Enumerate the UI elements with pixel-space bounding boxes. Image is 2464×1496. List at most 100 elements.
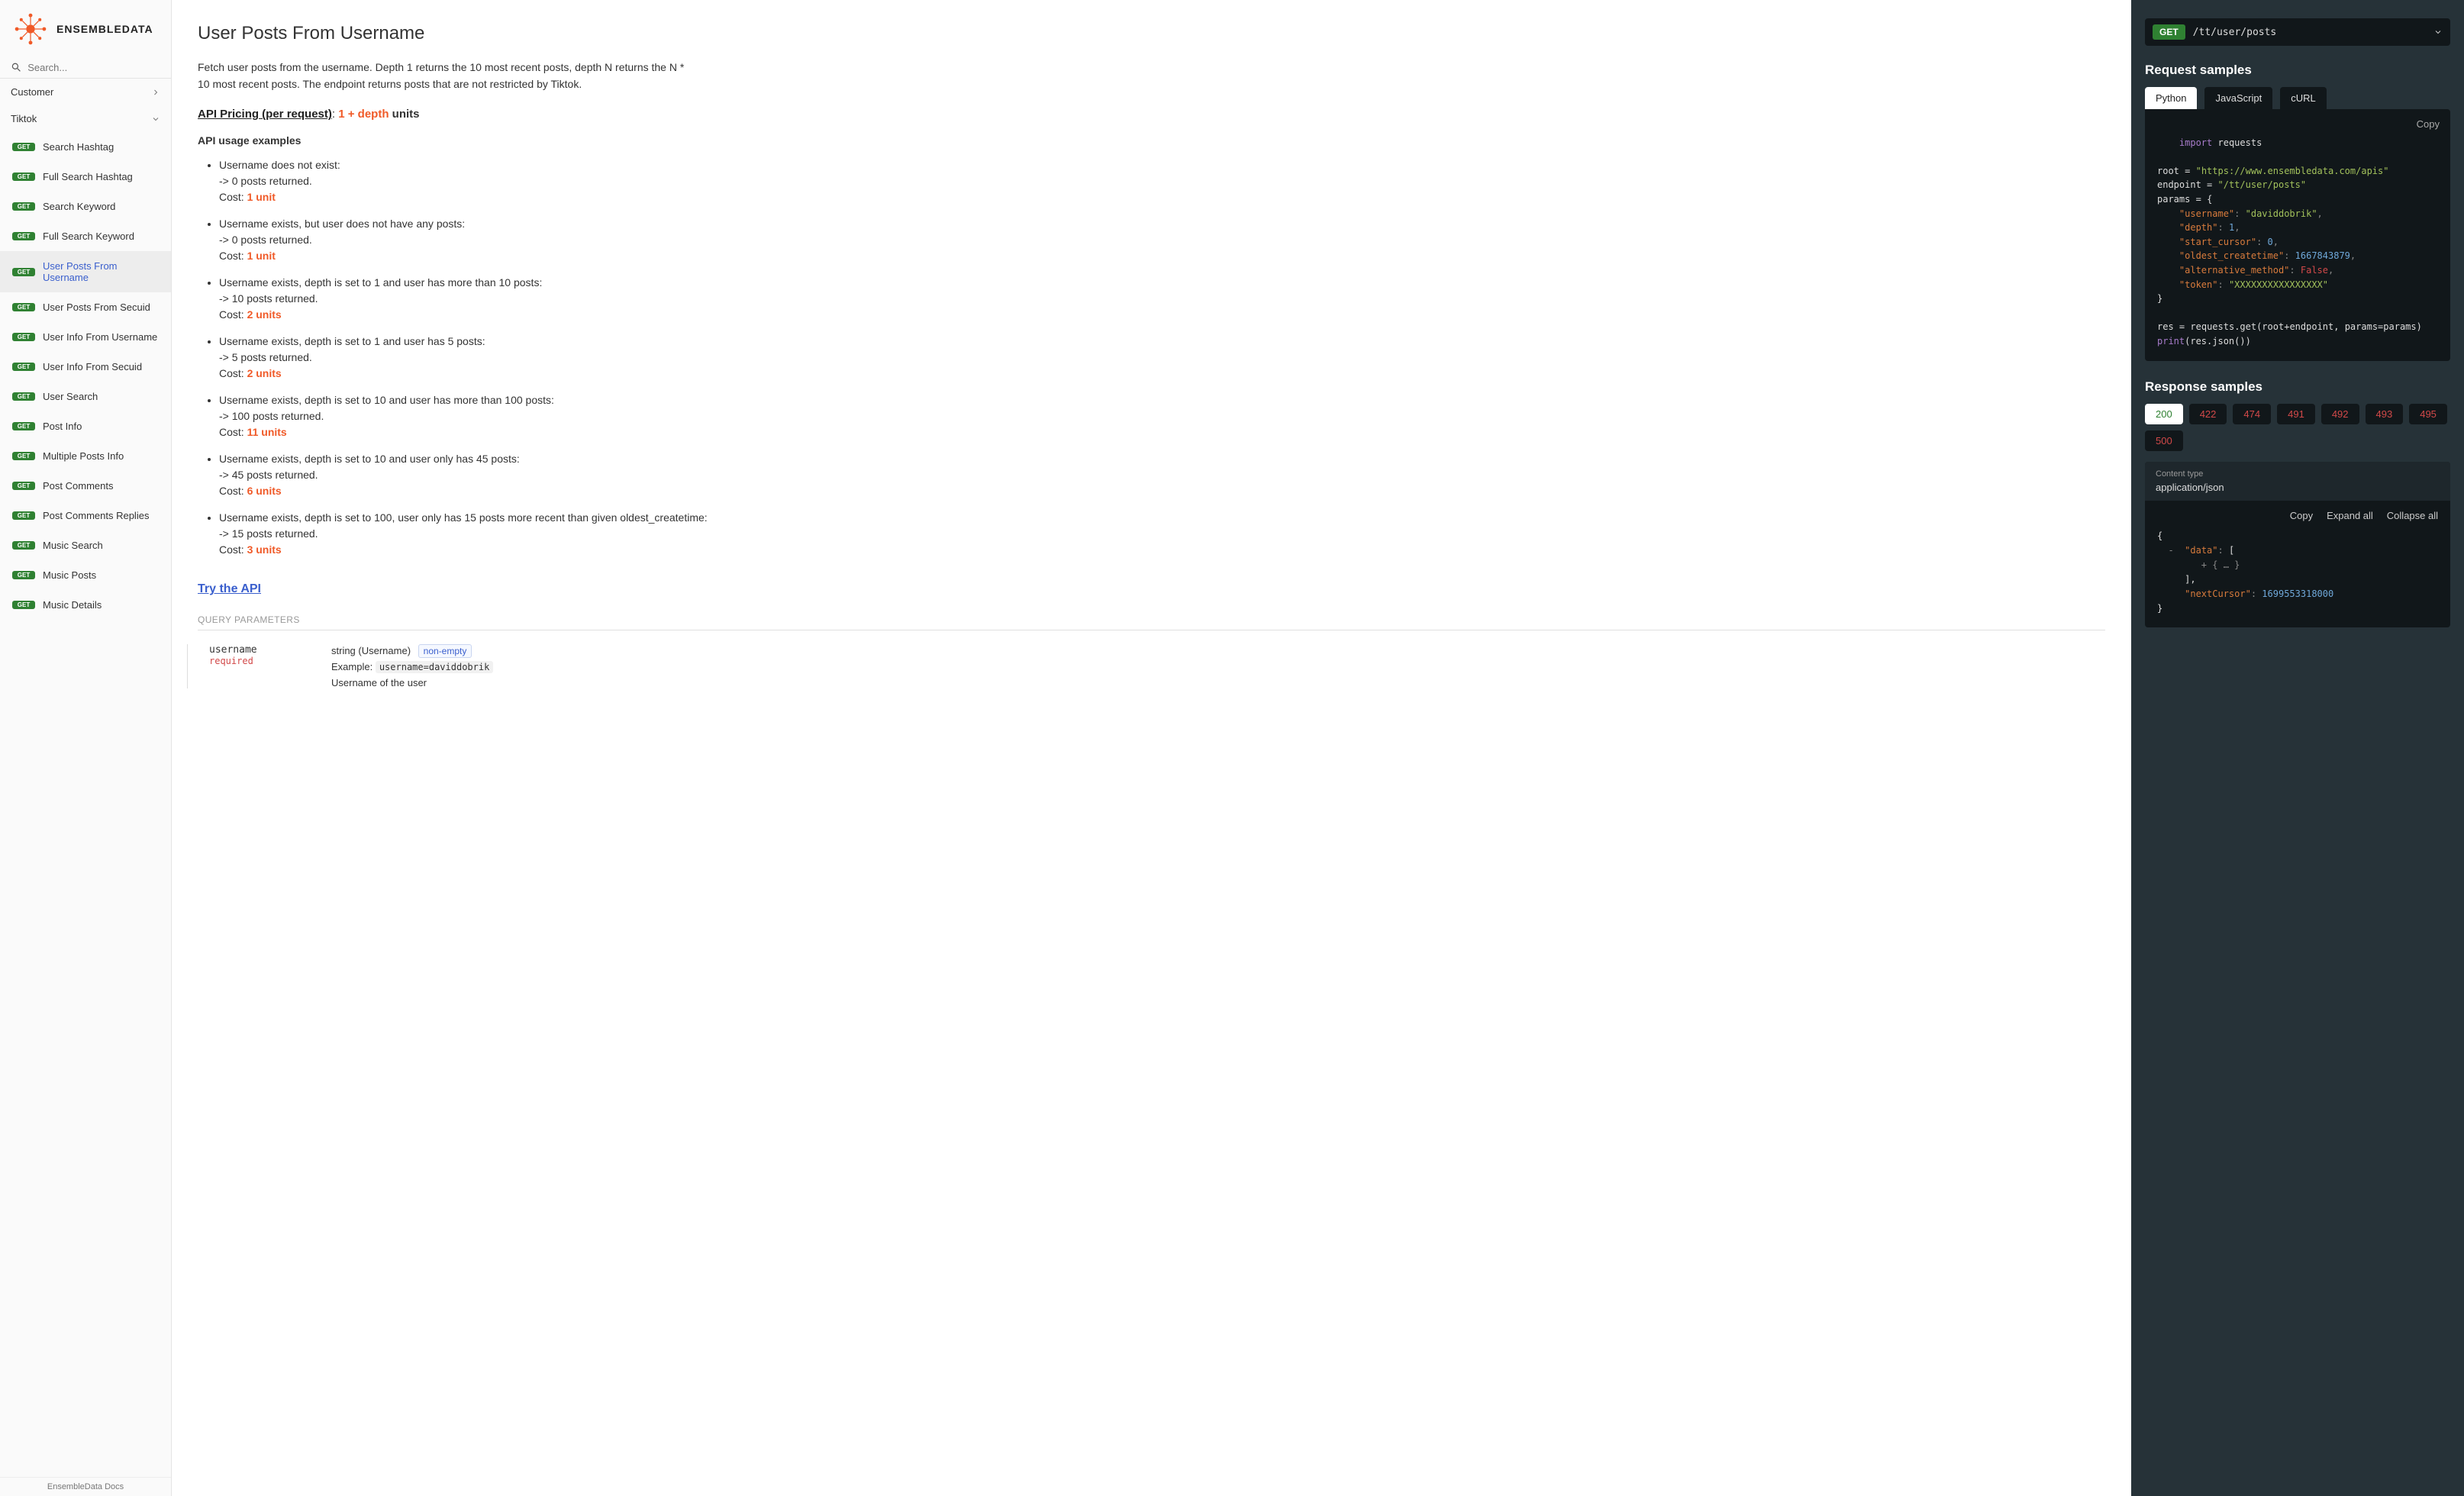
status-tab[interactable]: 500 — [2145, 430, 2183, 451]
sidebar-item-label: User Posts From Secuid — [43, 301, 150, 313]
sidebar-item-label: Music Posts — [43, 569, 96, 581]
sidebar-item[interactable]: GET User Search — [0, 382, 171, 411]
sidebar-item[interactable]: GET Music Posts — [0, 560, 171, 590]
sidebar-item-label: Search Keyword — [43, 201, 115, 212]
method-badge: GET — [12, 392, 35, 401]
sidebar-item[interactable]: GETSearch Hashtag — [0, 132, 171, 162]
sidebar-item-label: Music Details — [43, 599, 102, 611]
sidebar-item-label: Post Comments — [43, 480, 113, 492]
example-item: Username exists, depth is set to 10 and … — [219, 392, 2105, 440]
sidebar-item-label: User Info From Secuid — [43, 361, 142, 372]
param-example: username=daviddobrik — [376, 661, 494, 673]
status-tab[interactable]: 200 — [2145, 404, 2183, 424]
sidebar-item[interactable]: GET User Posts From Username — [0, 251, 171, 292]
sidebar-item-label: User Posts From Username — [43, 260, 159, 283]
sidebar-item[interactable]: GETMusic Search — [0, 530, 171, 560]
sidebar-item[interactable]: GET Full Search Keyword — [0, 221, 171, 251]
pricing-suffix: units — [392, 108, 420, 121]
method-badge: GET — [12, 482, 35, 490]
method-badge: GET — [12, 571, 35, 579]
try-api-link[interactable]: Try the API — [198, 582, 261, 596]
param-name: username — [209, 644, 316, 656]
sidebar-item-label: Post Info — [43, 421, 82, 432]
param-type: string (Username) — [331, 645, 411, 656]
param-row: username required string (Username) non-… — [198, 644, 2105, 688]
sidebar-item[interactable]: GET Post Comments — [0, 471, 171, 501]
response-action[interactable]: Expand all — [2327, 510, 2373, 521]
content: User Posts From Username Fetch user post… — [172, 0, 2131, 1496]
sidebar-item[interactable]: GET Search Keyword — [0, 192, 171, 221]
method-badge: GET — [12, 333, 35, 341]
nav-group-customer[interactable]: Customer — [0, 79, 171, 105]
method-badge: GET — [12, 232, 35, 240]
nav-group-tiktok[interactable]: Tiktok — [0, 105, 171, 132]
method-badge: GET — [12, 202, 35, 211]
sidebar-item[interactable]: GETFull Search Hashtag — [0, 162, 171, 192]
pricing-line: API Pricing (per request): 1 + depth uni… — [198, 108, 2105, 121]
sidebar-item-label: User Info From Username — [43, 331, 157, 343]
method-badge: GET — [12, 422, 35, 430]
logo-icon — [11, 9, 50, 49]
nav-group-label: Tiktok — [11, 113, 37, 124]
endpoint-bar[interactable]: GET /tt/user/posts — [2145, 18, 2450, 46]
nav-items: GETSearch HashtagGETFull Search HashtagG… — [0, 132, 171, 1477]
sidebar-item[interactable]: GETUser Info From Secuid — [0, 352, 171, 382]
endpoint-path: /tt/user/posts — [2193, 27, 2426, 38]
method-badge: GET — [12, 541, 35, 550]
request-tab[interactable]: Python — [2145, 87, 2197, 109]
response-action[interactable]: Copy — [2290, 510, 2313, 521]
response-actions: Copy Expand all Collapse all — [2157, 510, 2438, 521]
method-badge: GET — [12, 601, 35, 609]
logo[interactable]: ENSEMBLEDATA — [0, 0, 171, 56]
param-required: required — [209, 656, 316, 666]
sidebar-item[interactable]: GET Post Info — [0, 411, 171, 441]
expand-toggle[interactable]: + { … } — [2201, 559, 2240, 570]
response-json: { - "data": [ + { … } ], "nextCursor": 1… — [2157, 529, 2438, 617]
search-icon — [11, 61, 21, 73]
example-item: Username does not exist:-> 0 posts retur… — [219, 157, 2105, 205]
example-item: Username exists, depth is set to 10 and … — [219, 451, 2105, 499]
endpoint-method: GET — [2153, 24, 2185, 40]
example-item: Username exists, depth is set to 1 and u… — [219, 334, 2105, 382]
sidebar-item-label: User Search — [43, 391, 98, 402]
status-tab[interactable]: 493 — [2366, 404, 2404, 424]
sidebar-item[interactable]: GETUser Posts From Secuid — [0, 292, 171, 322]
example-item: Username exists, but user does not have … — [219, 216, 2105, 264]
sidebar-item-label: Search Hashtag — [43, 141, 114, 153]
status-tabs: 200 422 474 491 492 493495 500 — [2145, 404, 2450, 451]
collapse-toggle[interactable]: - — [2168, 545, 2173, 556]
response-action[interactable]: Collapse all — [2387, 510, 2438, 521]
method-badge: GET — [12, 511, 35, 520]
sidebar-item[interactable]: GET User Info From Username — [0, 322, 171, 352]
status-tab[interactable]: 474 — [2233, 404, 2271, 424]
chevron-down-icon — [151, 114, 160, 124]
response-block: Content type application/json Copy Expand… — [2145, 462, 2450, 627]
sidebar-item[interactable]: GET Music Details — [0, 590, 171, 620]
copy-button[interactable]: Copy — [2417, 117, 2440, 132]
sidebar-item-label: Full Search Keyword — [43, 231, 134, 242]
method-badge: GET — [12, 268, 35, 276]
response-meta: Content type application/json — [2145, 462, 2450, 501]
method-badge: GET — [12, 172, 35, 181]
examples-list: Username does not exist:-> 0 posts retur… — [198, 157, 2105, 558]
method-badge: GET — [12, 452, 35, 460]
pricing-link[interactable]: API Pricing (per request) — [198, 108, 332, 121]
query-params-heading: QUERY PARAMETERS — [198, 614, 2105, 625]
chevron-down-icon — [2433, 27, 2443, 37]
search-input[interactable] — [27, 62, 160, 73]
sidebar-item[interactable]: GETMultiple Posts Info — [0, 441, 171, 471]
status-tab[interactable]: 492 — [2321, 404, 2359, 424]
footer[interactable]: EnsembleData Docs — [0, 1477, 171, 1496]
status-tab[interactable]: 422 — [2189, 404, 2227, 424]
param-flag: non-empty — [418, 644, 472, 658]
request-tabs: Python JavaScript cURL — [2145, 87, 2450, 109]
status-tab[interactable]: 491 — [2277, 404, 2315, 424]
request-tab[interactable]: JavaScript — [2204, 87, 2272, 109]
sidebar-item[interactable]: GETPost Comments Replies — [0, 501, 171, 530]
param-desc: Username of the user — [331, 677, 2105, 688]
param-type-line: string (Username) non-empty — [331, 644, 2105, 658]
search-row[interactable] — [0, 56, 171, 79]
logo-text: ENSEMBLEDATA — [56, 23, 153, 35]
request-tab[interactable]: cURL — [2280, 87, 2327, 109]
status-tab[interactable]: 495 — [2409, 404, 2447, 424]
